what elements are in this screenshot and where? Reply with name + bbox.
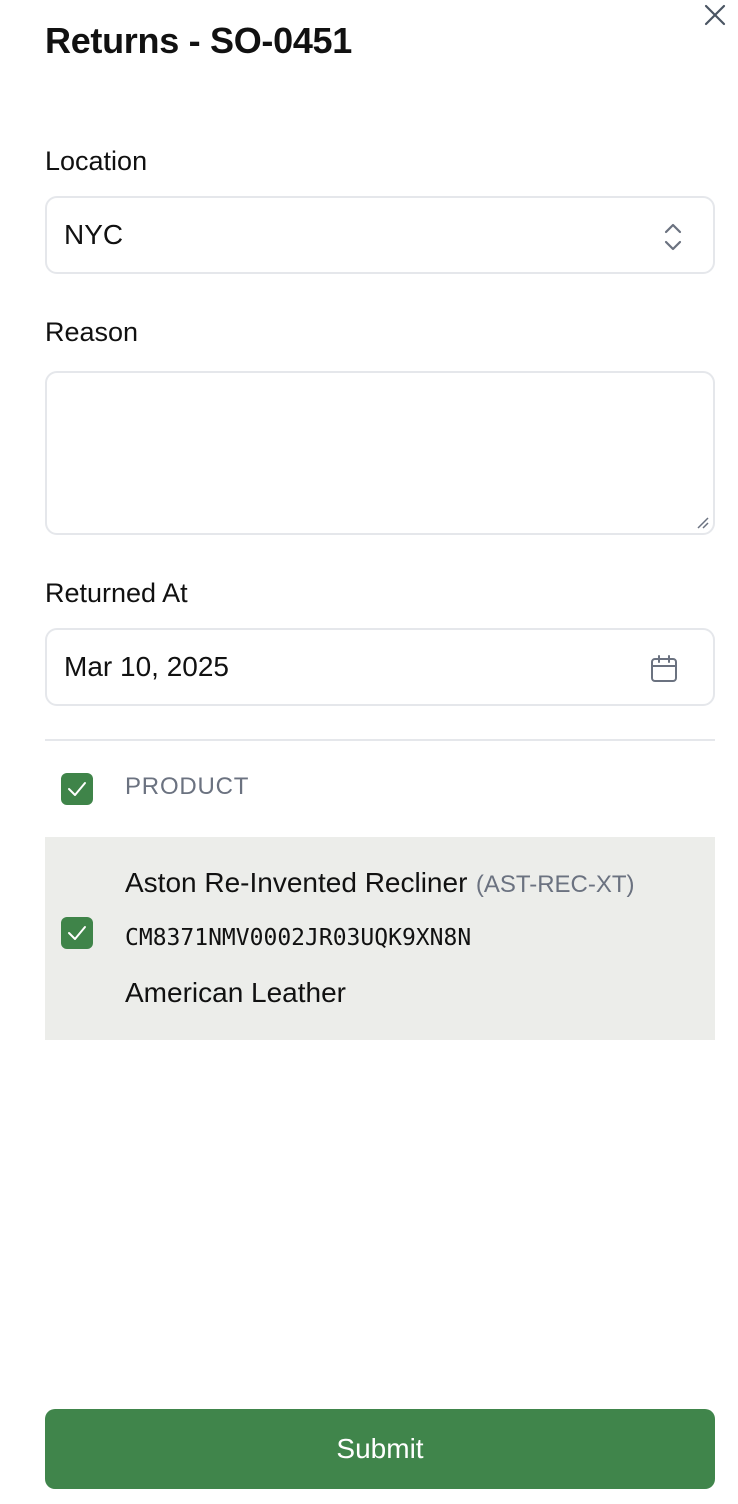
product-name: Aston Re-Invented Recliner: [125, 867, 468, 898]
close-button[interactable]: [700, 0, 730, 30]
close-icon: [704, 4, 726, 26]
reason-label: Reason: [45, 317, 139, 347]
reason-textarea[interactable]: [45, 371, 715, 535]
location-label: Location: [45, 146, 148, 176]
product-material: American Leather: [125, 977, 347, 1008]
product-column-header: PRODUCT: [125, 773, 250, 800]
select-all-checkbox[interactable]: [61, 773, 93, 805]
product-sku: (AST-REC-XT): [475, 871, 635, 898]
checkmark-icon: [68, 926, 86, 940]
returned-at-value: Mar 10, 2025: [64, 651, 229, 682]
chevron-up-down-icon: [664, 223, 682, 251]
location-value: NYC: [64, 219, 124, 250]
product-line: Aston Re-Invented Recliner (AST-REC-XT): [125, 867, 635, 899]
location-select[interactable]: NYC: [45, 196, 715, 274]
returned-at-date-picker[interactable]: Mar 10, 2025: [45, 628, 715, 706]
dialog-title: Returns - SO-0451: [45, 20, 352, 61]
checkmark-icon: [68, 782, 86, 796]
resize-handle-icon[interactable]: [695, 515, 709, 529]
calendar-icon: [651, 655, 677, 682]
returned-at-label: Returned At: [45, 578, 188, 608]
product-serial: CM8371NMV0002JR03UQK9XN8N: [125, 925, 472, 951]
returns-dialog: Returns - SO-0451 Location NYC Reason Re…: [0, 0, 738, 1504]
table-row[interactable]: Aston Re-Invented Recliner (AST-REC-XT) …: [45, 837, 715, 1040]
row-checkbox[interactable]: [61, 917, 93, 949]
section-divider: [45, 739, 715, 741]
submit-button[interactable]: Submit: [45, 1409, 715, 1489]
